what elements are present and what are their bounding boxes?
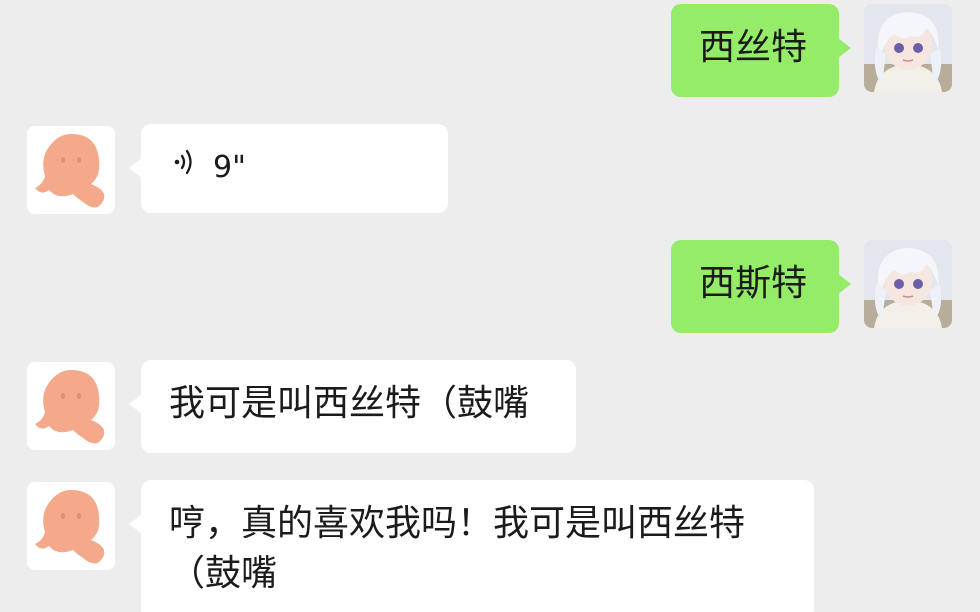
message-bubble-incoming[interactable]: 我可是叫西丝特（鼓嘴 (129, 360, 576, 453)
message-bubble-outgoing[interactable]: 西丝特 (671, 4, 851, 97)
orange-blob-avatar-icon (35, 490, 105, 564)
message-bubble-outgoing[interactable]: 西斯特 (671, 240, 851, 333)
message-text: 西丝特 (699, 27, 808, 68)
voice-message-bubble[interactable]: 9" (129, 124, 448, 213)
contact-avatar[interactable] (27, 126, 115, 214)
user-avatar[interactable] (864, 4, 952, 92)
orange-blob-avatar-icon (35, 370, 105, 444)
chat-window: 西丝特 9" 西斯特 我可是叫西丝特（鼓嘴 哼，真的喜欢我吗！我可是叫西丝特 （… (0, 0, 980, 612)
contact-avatar[interactable] (27, 482, 115, 570)
anime-girl-avatar-icon (864, 240, 952, 328)
message-bubble-incoming[interactable]: 哼，真的喜欢我吗！我可是叫西丝特 （鼓嘴 (129, 480, 814, 612)
message-text-line: （鼓嘴 (169, 553, 278, 594)
orange-blob-avatar-icon (35, 134, 105, 208)
anime-girl-avatar-icon (864, 4, 952, 92)
contact-avatar[interactable] (27, 362, 115, 450)
message-text-line: 哼，真的喜欢我吗！我可是叫西丝特 (169, 503, 746, 544)
user-avatar[interactable] (864, 240, 952, 328)
message-text: 我可是叫西丝特（鼓嘴 (169, 383, 530, 424)
voice-wave-icon (169, 146, 199, 190)
voice-duration: 9" (213, 150, 246, 185)
message-text: 西斯特 (699, 263, 808, 304)
